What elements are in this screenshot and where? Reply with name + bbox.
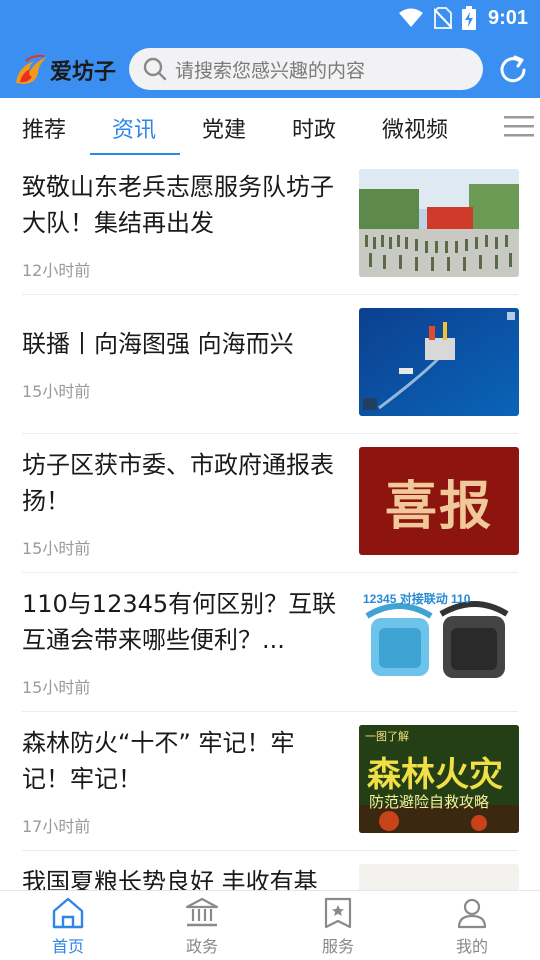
wifi-icon [398,8,423,27]
article-time: 17小时前 [22,817,91,836]
nav-label: 政务 [185,937,218,956]
app-logo[interactable]: 爱坊子 [14,52,116,88]
header: 爱坊子 请搜索您感兴趣的内容 [0,46,540,94]
bottom-navigation: 首页 政务 服务 我的 [0,890,540,960]
list-item[interactable]: 我国夏粮长势良好 丰收有基 [0,851,540,890]
article-thumbnail: 12345 对接联动 110 [359,586,519,694]
article-title: 联播丨向海图强 向海而兴 [22,330,294,358]
nav-profile[interactable]: 我的 [432,897,512,957]
government-icon [185,897,219,927]
thumbnail-tag: 一图了解 [365,730,409,743]
service-icon [324,897,352,929]
category-tabs: 推荐 资讯 党建 时政 微视频 [0,98,540,156]
list-item[interactable]: 致敬山东老兵志愿服务队坊子大队！集结再出发 12小时前 [0,156,540,295]
top-bar: 9:01 爱坊子 请搜索您感兴趣的内容 [0,0,540,98]
tab-micro-video[interactable]: 微视频 [382,112,448,144]
active-tab-indicator [90,153,180,155]
article-title: 坊子区获市委、市政府通报表扬！ [22,451,334,515]
nav-label: 服务 [321,937,354,956]
article-title: 致敬山东老兵志愿服务队坊子大队！集结再出发 [22,173,334,237]
status-time: 9:01 [487,6,528,29]
article-thumbnail [359,864,519,890]
article-thumbnail [359,308,519,416]
nav-service[interactable]: 服务 [298,897,378,957]
nav-label: 我的 [455,937,488,956]
profile-icon [457,898,487,929]
search-bar[interactable]: 请搜索您感兴趣的内容 [129,48,483,90]
tab-politics[interactable]: 时政 [292,112,336,144]
list-item[interactable]: 110与12345有何区别？互联互通会带来哪些便利？... 15小时前 1234… [0,573,540,712]
article-thumbnail [359,169,519,277]
article-thumbnail: 喜报 [359,447,519,555]
thumbnail-subcaption: 防范避险自救攻略 [369,793,490,811]
list-item[interactable]: 森林防火“十不” 牢记！牢记！牢记！ 17小时前 一图了解 森林火灾 防范避险自… [0,712,540,851]
article-time: 15小时前 [22,678,91,697]
refresh-icon[interactable] [497,54,529,86]
article-thumbnail: 一图了解 森林火灾 防范避险自救攻略 [359,725,519,833]
logo-text: 爱坊子 [50,60,117,85]
tab-party-building[interactable]: 党建 [202,112,246,144]
search-icon [143,57,167,81]
nav-label: 首页 [51,937,84,956]
article-time: 15小时前 [22,539,91,558]
tab-recommend[interactable]: 推荐 [22,112,66,144]
status-bar: 9:01 [0,0,540,36]
menu-icon[interactable] [504,114,534,138]
thumbnail-caption: 12345 对接联动 110 [363,592,471,606]
list-item[interactable]: 联播丨向海图强 向海而兴 15小时前 [0,295,540,434]
logo-flame-icon [16,55,47,84]
article-time: 15小时前 [22,382,91,401]
battery-charging-icon [461,6,476,30]
article-title: 我国夏粮长势良好 丰收有基 [22,868,318,890]
search-placeholder: 请搜索您感兴趣的内容 [175,59,366,82]
article-list: 致敬山东老兵志愿服务队坊子大队！集结再出发 12小时前 联播丨向海图强 向海而兴… [0,156,540,890]
article-title: 森林防火“十不” 牢记！牢记！牢记！ [22,729,295,793]
article-title: 110与12345有何区别？互联互通会带来哪些便利？... [22,590,337,654]
home-icon [52,897,84,929]
thumbnail-caption: 喜报 [384,475,493,537]
status-icons: 9:01 [398,4,528,32]
tab-news[interactable]: 资讯 [112,112,156,144]
thumbnail-caption: 森林火灾 [367,755,503,795]
article-time: 12小时前 [22,261,91,280]
no-sim-icon [433,7,452,29]
list-item[interactable]: 坊子区获市委、市政府通报表扬！ 15小时前 喜报 [0,434,540,573]
nav-home[interactable]: 首页 [28,897,108,957]
nav-government[interactable]: 政务 [162,897,242,957]
